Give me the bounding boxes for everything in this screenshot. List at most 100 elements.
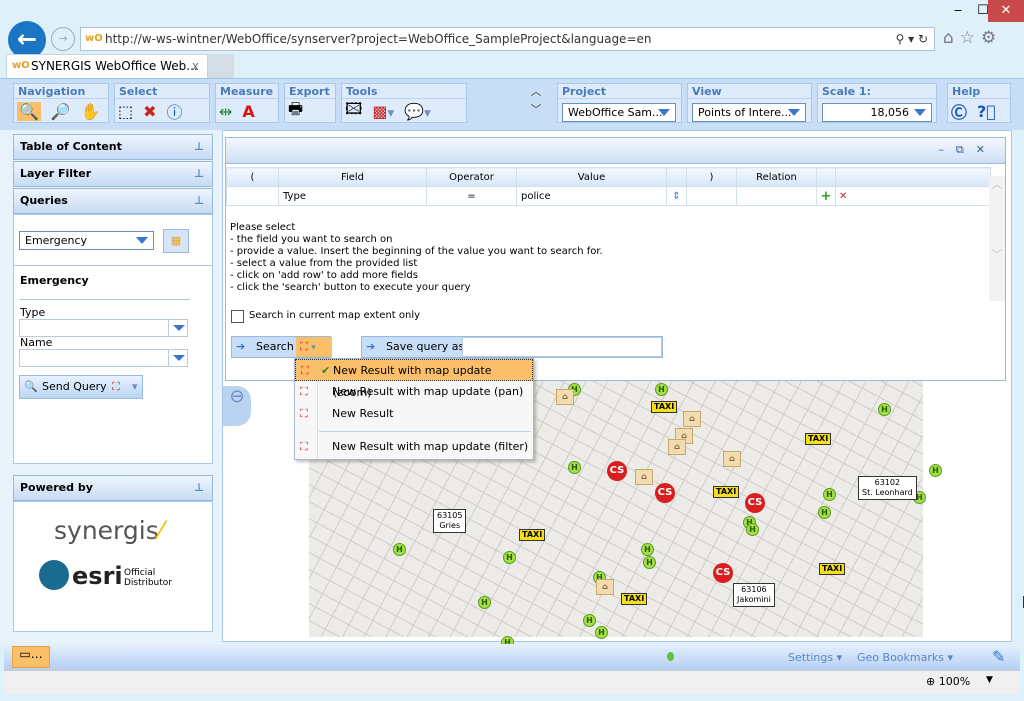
cs-marker[interactable]: CS xyxy=(607,461,627,481)
menu-item-filter[interactable]: ⛶ New Result with map update (filter) xyxy=(295,436,533,458)
hospital-marker[interactable]: H xyxy=(823,488,836,501)
text-annotation-icon[interactable]: A xyxy=(242,102,254,121)
window-list-button[interactable]: ▭… xyxy=(12,646,50,668)
taxi-marker[interactable]: TAXI xyxy=(819,563,846,575)
taxi-marker[interactable]: TAXI xyxy=(651,401,678,413)
close-window-button[interactable]: ✕ xyxy=(988,0,1024,22)
image-export-icon[interactable]: 🖾 xyxy=(345,98,362,125)
extent-checkbox[interactable] xyxy=(231,310,244,323)
museum-marker[interactable]: ⌂ xyxy=(596,579,614,595)
save-query-input[interactable] xyxy=(462,337,662,357)
help-icon[interactable]: ?⃝ xyxy=(977,102,996,121)
cs-marker[interactable]: CS xyxy=(745,493,765,513)
query-scrollbar[interactable]: ︿ ﹀ xyxy=(989,176,1005,301)
new-tab-button[interactable] xyxy=(208,54,234,78)
menu-item-zoom[interactable]: ⛶ ✔ New Result with map update (zoom) xyxy=(295,359,533,399)
menu-item-label: New Result xyxy=(332,407,394,420)
taxi-marker[interactable]: TAXI xyxy=(519,529,546,541)
pan-hand-icon[interactable]: ✋ xyxy=(81,102,101,121)
info-icon[interactable]: ⓘ xyxy=(167,99,183,123)
clear-selection-icon[interactable]: ✖ xyxy=(143,102,156,121)
cs-marker[interactable]: CS xyxy=(655,483,675,503)
type-input[interactable] xyxy=(19,319,169,337)
panel-table-of-content[interactable]: Table of Content ⊥ xyxy=(13,134,213,160)
cs-marker[interactable]: CS xyxy=(713,563,733,583)
hospital-marker[interactable]: H xyxy=(746,523,759,536)
museum-marker[interactable]: ⌂ xyxy=(556,389,574,405)
panel-queries[interactable]: Queries ⊥ xyxy=(13,188,213,214)
select-icon[interactable]: ⬚ xyxy=(118,102,133,121)
search-refresh-icon[interactable]: ⚲ ▾ ↻ xyxy=(896,28,929,50)
name-input[interactable] xyxy=(19,349,169,367)
museum-marker[interactable]: ⌂ xyxy=(635,469,653,485)
zoom-dropdown-icon[interactable]: ▼ xyxy=(986,675,993,685)
pin-icon[interactable]: ⊥ xyxy=(194,135,204,159)
add-row-icon[interactable]: + xyxy=(816,186,836,206)
relation-cell[interactable] xyxy=(736,186,817,206)
print-icon[interactable]: 🖶 xyxy=(288,98,303,125)
menu-item-new-result[interactable]: ⛶ New Result xyxy=(295,403,533,425)
address-bar[interactable]: wO http://w-ws-wintner/WebOffice/synserve… xyxy=(80,27,935,51)
hospital-marker[interactable]: H xyxy=(643,556,656,569)
result-mode-icon[interactable]: ⛶ xyxy=(112,376,120,398)
query-table-icon[interactable]: ▦ xyxy=(163,229,189,253)
toolbar-scroll-arrows[interactable]: ︿ ﹀ xyxy=(527,83,545,123)
sort-arrows-icon[interactable]: ⇕ xyxy=(666,186,687,206)
field-cell[interactable]: Type xyxy=(278,186,427,206)
hospital-marker[interactable]: H xyxy=(393,543,406,556)
type-dropdown[interactable] xyxy=(168,319,188,337)
pin-icon[interactable]: ⊥ xyxy=(194,162,204,186)
copyright-icon[interactable]: Ⓒ xyxy=(951,99,967,123)
menu-item-pan[interactable]: ⛶ New Result with map update (pan) xyxy=(295,381,533,403)
hospital-marker[interactable]: H xyxy=(595,626,608,639)
hospital-marker[interactable]: H xyxy=(641,543,654,556)
project-select[interactable]: WebOffice Sam... xyxy=(562,103,676,122)
hospital-marker[interactable]: H xyxy=(478,596,491,609)
tab-close-icon[interactable]: x xyxy=(192,55,199,77)
panel-layer-filter[interactable]: Layer Filter ⊥ xyxy=(13,161,213,187)
language-uk-flag-icon[interactable]: ▩▾ xyxy=(372,102,394,121)
pencil-icon[interactable]: ✎ xyxy=(992,647,1005,666)
forward-button[interactable]: → xyxy=(51,27,75,51)
museum-marker[interactable]: ⌂ xyxy=(723,451,741,467)
search-mode-dropdown[interactable]: ⛶ ▾ xyxy=(296,337,332,357)
browser-tab[interactable]: wO SYNERGIS WebOffice Web... x xyxy=(6,54,208,78)
instruction-line: - the field you want to search on xyxy=(230,234,393,245)
pin-icon[interactable]: ⊥ xyxy=(194,476,204,500)
zoom-out-icon[interactable]: 🔎 xyxy=(51,102,71,121)
taxi-marker[interactable]: TAXI xyxy=(713,486,740,498)
settings-menu[interactable]: Settings ▾ xyxy=(788,651,842,664)
museum-marker[interactable]: ⌂ xyxy=(668,439,686,455)
delete-row-icon[interactable]: ✕ xyxy=(835,186,991,206)
taxi-marker[interactable]: TAXI xyxy=(621,593,648,605)
info-bubble-icon[interactable]: 💬▾ xyxy=(404,102,431,121)
chevron-down-icon[interactable]: ▾ xyxy=(132,376,138,398)
pin-icon[interactable]: ⊥ xyxy=(194,189,204,213)
query-select[interactable]: Emergency xyxy=(19,231,154,250)
hospital-marker[interactable]: H xyxy=(655,383,668,396)
view-select[interactable]: Points of Intere... xyxy=(692,103,806,122)
hospital-marker[interactable]: H xyxy=(583,614,596,627)
hospital-marker[interactable]: H xyxy=(503,551,516,564)
hospital-marker[interactable]: H xyxy=(568,461,581,474)
taxi-marker[interactable]: TAXI xyxy=(805,433,832,445)
window-controls-icons[interactable]: –⧉✕ xyxy=(938,143,997,157)
name-dropdown[interactable] xyxy=(168,349,188,367)
close-paren-cell[interactable] xyxy=(686,186,737,206)
zoom-in-icon[interactable]: 🔍 xyxy=(17,101,41,121)
scale-select[interactable]: 18,056 xyxy=(822,103,932,122)
operator-cell[interactable]: = xyxy=(426,186,517,206)
measure-distance-icon[interactable]: ⇹ xyxy=(219,102,232,121)
zoom-out-map-button[interactable]: ⊖ xyxy=(223,386,251,426)
home-favorites-settings-icons[interactable]: ⌂☆⚙ xyxy=(943,28,1002,48)
send-query-button[interactable]: 🔍 Send Query ⛶ ▾ xyxy=(19,375,143,399)
hospital-marker[interactable]: H xyxy=(818,506,831,519)
open-paren-cell[interactable] xyxy=(226,186,279,206)
search-button[interactable]: ➔ Search ⛶ ▾ xyxy=(231,336,332,358)
browser-zoom[interactable]: ⊕ 100% xyxy=(926,675,970,688)
museum-marker[interactable]: ⌂ xyxy=(683,411,701,427)
hospital-marker[interactable]: H xyxy=(929,464,942,477)
value-cell[interactable]: police xyxy=(516,186,667,206)
geo-bookmarks-menu[interactable]: Geo Bookmarks ▾ xyxy=(857,651,953,664)
hospital-marker[interactable]: H xyxy=(878,403,891,416)
